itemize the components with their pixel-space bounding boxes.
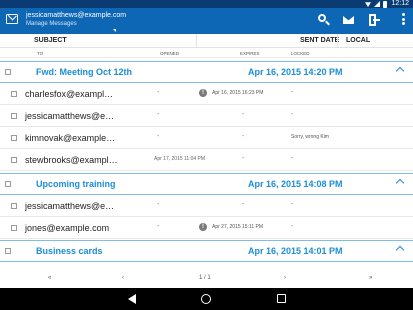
back-icon[interactable] [128, 294, 136, 304]
group-sent-date: Apr 16, 2015 14:08 PM [248, 179, 343, 189]
compose-mail-icon[interactable] [342, 13, 356, 27]
status-icons [365, 1, 387, 8]
column-header: SUBJECT SENT DATE LOCAL [0, 34, 413, 48]
search-icon[interactable] [317, 13, 331, 27]
recipient-row[interactable]: jones@example.com - ! Apr 27, 2015 15:11… [0, 218, 413, 239]
recipient-email: jessicamatthews@e… [25, 201, 115, 211]
logout-icon[interactable] [367, 13, 381, 27]
screen-title: Manage Messages [26, 21, 77, 27]
status-bar: 12:12 [0, 0, 413, 8]
expires-value: Apr 16, 2015 16:23 PM [212, 90, 264, 96]
group-subject: Fwd: Meeting Oct 12th [36, 67, 133, 77]
battery-icon [383, 1, 387, 8]
sent-date-column-header[interactable]: SENT DATE [300, 37, 339, 44]
app-logo-icon [6, 14, 18, 24]
expires-value: Apr 27, 2015 15:11 PM [212, 224, 264, 230]
recent-apps-icon[interactable] [277, 294, 286, 303]
wifi-icon [365, 2, 371, 7]
message-group[interactable]: Upcoming training Apr 16, 2015 14:08 PM [0, 173, 413, 195]
recipient-checkbox[interactable] [11, 203, 17, 209]
expires-column-header: EXPIRES [240, 51, 260, 56]
recipient-row[interactable]: stewbrooks@exampl… Apr 17, 2015 11:04 PM… [0, 150, 413, 171]
system-nav-bar [0, 288, 413, 310]
opened-value: - [157, 223, 160, 230]
column-divider [196, 34, 197, 48]
group-checkbox[interactable] [5, 69, 11, 75]
detail-column-header: TO OPENED EXPIRES LOCKED [0, 48, 413, 58]
recipient-row[interactable]: jessicamatthews@e… - - - [0, 196, 413, 217]
opened-value: Apr 17, 2015 11:04 PM [154, 156, 206, 162]
message-group[interactable]: Business cards Apr 16, 2015 14:01 PM [0, 240, 413, 262]
chevron-up-icon[interactable] [395, 245, 405, 255]
recipient-row[interactable]: charlesfox@exampl… - ! Apr 16, 2015 16:2… [0, 84, 413, 105]
first-page-button[interactable]: « [48, 275, 51, 281]
opened-value: - [157, 111, 160, 118]
recipient-email: jessicamatthews@e… [25, 111, 115, 121]
group-subject: Upcoming training [36, 179, 116, 189]
account-email[interactable]: jessicamatthews@example.com [26, 12, 126, 20]
locked-value: - [291, 223, 294, 230]
group-checkbox[interactable] [5, 181, 11, 187]
recipient-checkbox[interactable] [11, 225, 17, 231]
warning-icon: ! [199, 223, 207, 231]
last-page-button[interactable]: » [369, 275, 372, 281]
local-toggle[interactable]: LOCAL [346, 37, 370, 44]
pagination-bar: « ‹ 1 / 1 › » [0, 270, 413, 288]
warning-icon: ! [199, 89, 207, 97]
recipient-email: jones@example.com [25, 223, 110, 233]
recipient-checkbox[interactable] [11, 91, 17, 97]
chevron-up-icon[interactable] [395, 178, 405, 188]
opened-value: - [157, 133, 160, 140]
chevron-up-icon[interactable] [395, 66, 405, 76]
locked-value: - [291, 201, 294, 208]
expires-value: - [242, 133, 245, 140]
recipient-row[interactable]: kimnovak@example… - - Sorry, wrong Kim [0, 128, 413, 149]
account-dropdown-icon[interactable] [113, 29, 116, 32]
subject-column-header[interactable]: SUBJECT [34, 37, 67, 44]
recipient-checkbox[interactable] [11, 135, 17, 141]
overflow-menu-icon[interactable] [396, 13, 410, 27]
opened-value: - [157, 201, 160, 208]
locked-value: Sorry, wrong Kim [291, 134, 329, 140]
column-divider [337, 34, 338, 48]
expires-value: - [242, 111, 245, 118]
recipient-email: kimnovak@example… [25, 133, 116, 143]
expires-value: - [242, 155, 245, 162]
previous-page-button[interactable]: ‹ [122, 275, 124, 281]
group-sent-date: Apr 16, 2015 14:20 PM [248, 67, 343, 77]
locked-value: - [291, 111, 294, 118]
page-indicator: 1 / 1 [199, 275, 211, 281]
group-subject: Business cards [36, 246, 103, 256]
cell-signal-icon [374, 1, 380, 7]
locked-column-header: LOCKED [291, 51, 310, 56]
status-time: 12:12 [391, 0, 409, 7]
expires-value: - [242, 201, 245, 208]
message-group[interactable]: Fwd: Meeting Oct 12th Apr 16, 2015 14:20… [0, 61, 413, 83]
recipient-checkbox[interactable] [11, 157, 17, 163]
locked-value: - [291, 155, 294, 162]
app-root: 12:12 jessicamatthews@example.com Manage… [0, 0, 413, 310]
to-column-header: TO [37, 51, 44, 56]
group-checkbox[interactable] [5, 248, 11, 254]
app-bar: jessicamatthews@example.com Manage Messa… [0, 8, 413, 34]
recipient-checkbox[interactable] [11, 113, 17, 119]
next-page-button[interactable]: › [284, 275, 286, 281]
recipient-row[interactable]: jessicamatthews@e… - - - [0, 106, 413, 127]
recipient-email: charlesfox@exampl… [25, 89, 114, 99]
locked-value: - [291, 89, 294, 96]
recipient-email: stewbrooks@exampl… [25, 155, 118, 165]
opened-column-header: OPENED [160, 51, 180, 56]
home-icon[interactable] [201, 294, 211, 304]
opened-value: - [157, 89, 160, 96]
group-sent-date: Apr 16, 2015 14:01 PM [248, 246, 343, 256]
